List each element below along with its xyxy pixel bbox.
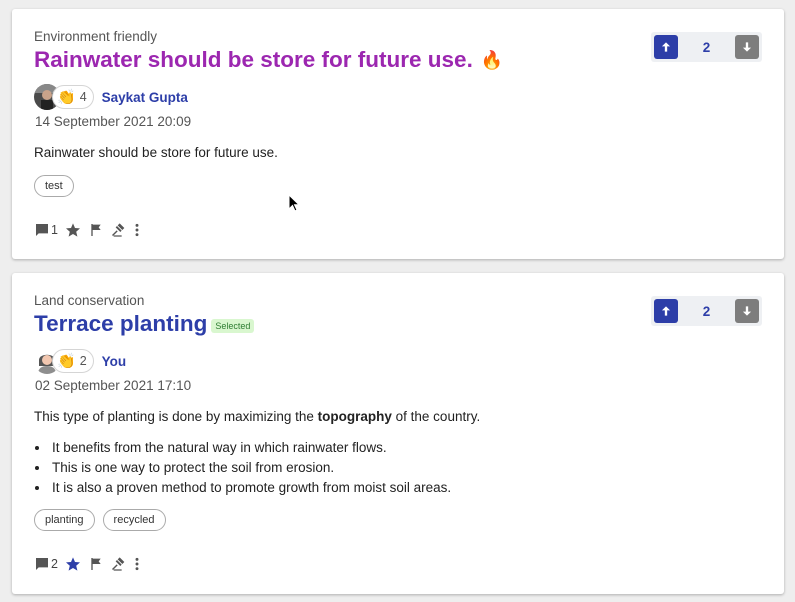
tag-chip[interactable]: recycled: [102, 509, 166, 531]
clap-count: 4: [79, 90, 87, 104]
post-body: Rainwater should be store for future use…: [34, 145, 278, 160]
arrow-down-icon: [742, 306, 752, 316]
flag-button[interactable]: [88, 556, 104, 572]
post-title[interactable]: Rainwater should be store for future use…: [34, 47, 473, 73]
arrow-up-icon: [661, 306, 671, 316]
clap-button[interactable]: 👏 4: [52, 85, 94, 109]
bullet-item: It benefits from the natural way in whic…: [50, 438, 451, 458]
moderate-button[interactable]: [111, 556, 127, 572]
post-category: Environment friendly: [34, 29, 158, 44]
arrow-down-icon: [742, 42, 752, 52]
upvote-button[interactable]: [654, 35, 678, 59]
action-bar: 1: [34, 220, 147, 240]
more-vert-icon: [135, 223, 139, 237]
fire-icon: 🔥: [480, 49, 504, 70]
arrow-up-icon: [661, 42, 671, 52]
post-date: 02 September 2021 17:10: [35, 378, 192, 393]
vote-widget: 2: [651, 296, 762, 326]
vote-count: 2: [702, 39, 711, 55]
comment-button[interactable]: 2: [34, 556, 58, 572]
author-name[interactable]: You: [102, 354, 127, 369]
clap-icon: 👏: [57, 353, 76, 370]
author-row: 👏 2 You: [34, 348, 126, 374]
bullet-list: It benefits from the natural way in whic…: [50, 438, 451, 498]
star-button[interactable]: [65, 556, 81, 572]
star-button[interactable]: [65, 222, 81, 238]
action-bar: 2: [34, 554, 147, 574]
comment-icon: [36, 558, 48, 570]
vote-count: 2: [702, 303, 711, 319]
star-icon: [65, 223, 80, 237]
comment-icon: [36, 224, 48, 236]
author-row: 👏 4 Saykat Gupta: [34, 84, 188, 110]
post-card: Environment friendly Rainwater should be…: [12, 9, 784, 259]
clap-count: 2: [79, 354, 87, 368]
post-category: Land conservation: [34, 293, 145, 308]
flag-icon: [91, 558, 101, 570]
upvote-button[interactable]: [654, 299, 678, 323]
more-vert-icon: [135, 557, 139, 571]
author-name[interactable]: Saykat Gupta: [102, 90, 188, 105]
tag-list: test: [34, 175, 74, 197]
post-body: This type of planting is done by maximiz…: [34, 409, 480, 424]
post-title[interactable]: Terrace planting: [34, 311, 207, 337]
post-date: 14 September 2021 20:09: [35, 114, 192, 129]
selected-badge: Selected: [211, 319, 255, 333]
bullet-item: This is one way to protect the soil from…: [50, 458, 451, 478]
clap-button[interactable]: 👏 2: [52, 349, 94, 373]
flag-button[interactable]: [88, 222, 104, 238]
vote-widget: 2: [651, 32, 762, 62]
post-card: Land conservation Terrace planting Selec…: [12, 273, 784, 594]
body-text-suffix: of the country.: [391, 409, 481, 424]
more-options-button[interactable]: [134, 556, 140, 572]
post-title-row: Terrace planting Selected: [34, 311, 255, 337]
downvote-button[interactable]: [734, 299, 759, 323]
tag-chip[interactable]: planting: [34, 509, 95, 531]
flag-icon: [91, 224, 101, 236]
more-options-button[interactable]: [134, 222, 140, 238]
gavel-icon: [111, 557, 125, 571]
comment-count: 1: [51, 223, 58, 237]
body-text-bold: topography: [317, 409, 392, 424]
moderate-button[interactable]: [111, 222, 127, 238]
comment-count: 2: [51, 557, 58, 571]
downvote-button[interactable]: [734, 35, 759, 59]
star-icon: [65, 557, 80, 571]
tag-list: planting recycled: [34, 509, 166, 531]
tag-chip[interactable]: test: [34, 175, 74, 197]
gavel-icon: [111, 223, 125, 237]
body-text-prefix: This type of planting is done by maximiz…: [34, 409, 318, 424]
mouse-cursor-icon: [288, 194, 300, 212]
bullet-item: It is also a proven method to promote gr…: [50, 478, 451, 498]
comment-button[interactable]: 1: [34, 222, 58, 238]
clap-icon: 👏: [57, 89, 76, 106]
post-title-row: Rainwater should be store for future use…: [34, 47, 503, 73]
